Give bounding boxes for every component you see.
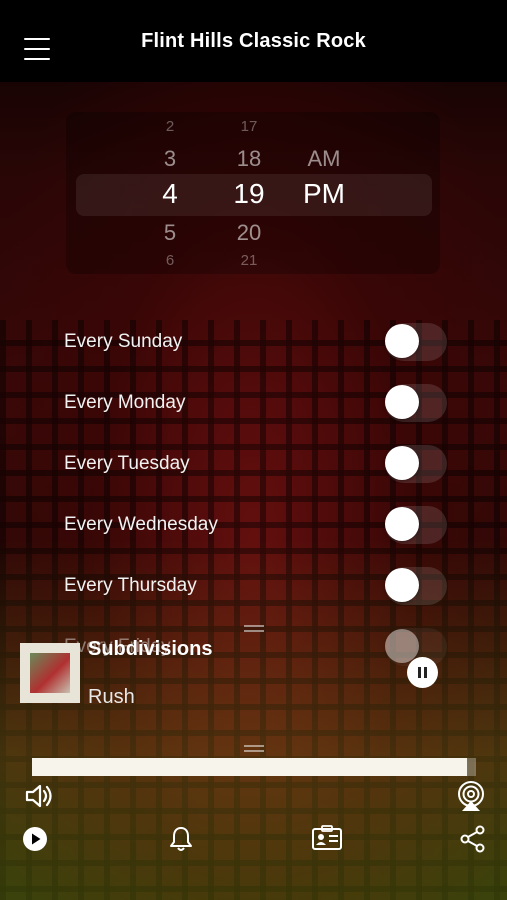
picker-minute-selected: 19 — [233, 178, 265, 209]
thursday-toggle[interactable] — [385, 567, 447, 605]
menu-icon[interactable] — [24, 38, 50, 64]
contact-card-icon[interactable] — [311, 825, 343, 851]
picker-hour: 3 — [163, 146, 177, 171]
speaker-icon[interactable] — [24, 782, 54, 810]
toggle-knob — [385, 629, 419, 663]
top-bar: Flint Hills Classic Rock — [0, 0, 507, 82]
page-title: Flint Hills Classic Rock — [141, 29, 366, 52]
list-item: Every Tuesday — [64, 434, 447, 494]
bell-icon[interactable] — [168, 825, 194, 853]
weekday-label: Every Wednesday — [64, 514, 218, 535]
toggle-knob — [385, 507, 419, 541]
picker-minute: 17 — [240, 118, 258, 135]
picker-period: AM — [307, 146, 341, 171]
weekday-label: Every Sunday — [64, 331, 183, 352]
weekday-label: Every Thursday — [64, 575, 197, 596]
share-icon[interactable] — [459, 825, 487, 853]
pause-button[interactable] — [407, 657, 438, 688]
airplay-icon[interactable] — [455, 780, 487, 812]
time-picker[interactable]: 2 3 4 5 6 17 18 19 20 21 AM PM — [66, 112, 440, 274]
toggle-knob — [385, 385, 419, 419]
toggle-knob — [385, 446, 419, 480]
toggle-knob — [385, 324, 419, 358]
picker-hour-selected: 4 — [162, 178, 178, 209]
weekday-label: Every Monday — [64, 392, 186, 413]
list-item: Every Thursday — [64, 556, 447, 616]
now-playing-artist: Rush — [88, 686, 135, 708]
tuesday-toggle[interactable] — [385, 445, 447, 483]
weekday-label: Every Tuesday — [64, 453, 190, 474]
sunday-toggle[interactable] — [385, 323, 447, 361]
picker-period-selected: PM — [303, 178, 345, 209]
picker-hour: 6 — [165, 252, 175, 269]
picker-minute: 21 — [240, 252, 258, 269]
picker-hour: 2 — [165, 118, 175, 135]
list-item: Every Wednesday — [64, 495, 447, 555]
picker-hour: 5 — [163, 220, 177, 245]
drag-handle[interactable] — [244, 625, 264, 632]
picker-minute: 20 — [236, 220, 262, 245]
now-playing-title: Subdivisions — [88, 638, 213, 660]
list-item: Every Monday — [64, 373, 447, 433]
list-item: Every Sunday — [64, 312, 447, 372]
picker-minute: 18 — [236, 146, 262, 171]
wednesday-toggle[interactable] — [385, 506, 447, 544]
toggle-knob — [385, 568, 419, 602]
play-icon[interactable] — [22, 826, 48, 852]
album-art — [20, 643, 80, 703]
drag-handle-bottom[interactable] — [244, 745, 264, 752]
progress-bar[interactable] — [32, 758, 476, 776]
progress-fill — [32, 758, 468, 776]
monday-toggle[interactable] — [385, 384, 447, 422]
